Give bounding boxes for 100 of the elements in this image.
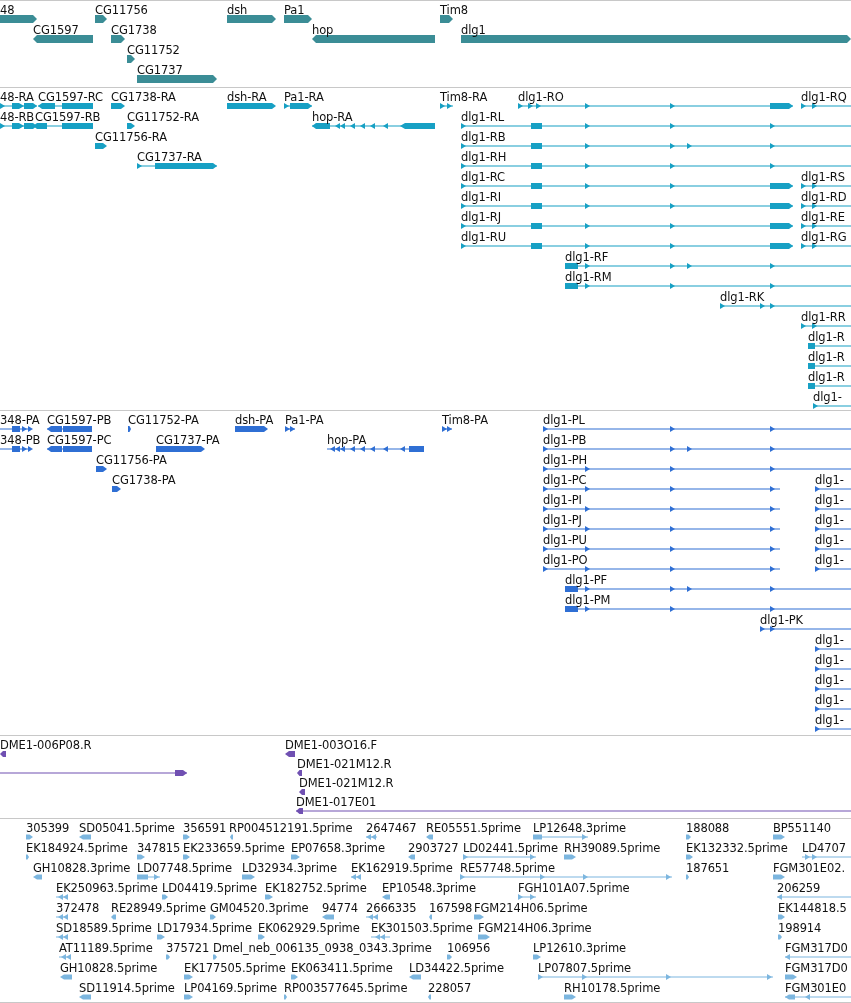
est-glyph[interactable] xyxy=(463,854,536,860)
est-glyph[interactable] xyxy=(137,854,145,860)
est-glyph[interactable] xyxy=(777,894,851,900)
protein-glyph[interactable] xyxy=(815,666,851,672)
est-glyph[interactable] xyxy=(111,914,116,920)
est-glyph[interactable] xyxy=(291,974,298,980)
transcript-glyph[interactable] xyxy=(227,103,276,109)
transcript-glyph[interactable] xyxy=(461,223,793,229)
est-glyph[interactable] xyxy=(478,934,490,940)
protein-glyph[interactable] xyxy=(156,446,205,452)
gene-glyph[interactable] xyxy=(33,35,93,43)
est-glyph[interactable] xyxy=(291,854,300,860)
est-glyph[interactable] xyxy=(183,834,190,840)
transcript-glyph[interactable] xyxy=(813,403,851,409)
est-glyph[interactable] xyxy=(447,954,452,960)
protein-glyph[interactable] xyxy=(47,446,92,452)
transcript-glyph[interactable] xyxy=(801,223,851,229)
protein-glyph[interactable] xyxy=(543,486,780,492)
est-glyph[interactable] xyxy=(213,954,217,960)
protein-glyph[interactable] xyxy=(0,426,33,432)
protein-glyph[interactable] xyxy=(0,446,33,452)
transcript-glyph[interactable] xyxy=(565,263,851,269)
est-glyph[interactable] xyxy=(778,914,785,920)
protein-glyph[interactable] xyxy=(815,726,851,732)
protein-glyph[interactable] xyxy=(47,426,92,432)
est-glyph[interactable] xyxy=(426,834,433,840)
protein-glyph[interactable] xyxy=(543,546,780,552)
est-glyph[interactable] xyxy=(184,974,193,980)
protein-glyph[interactable] xyxy=(543,446,851,452)
protein-glyph[interactable] xyxy=(760,626,851,632)
est-glyph[interactable] xyxy=(26,834,33,840)
est-glyph[interactable] xyxy=(409,974,421,980)
est-glyph[interactable] xyxy=(802,854,851,860)
gene-glyph[interactable] xyxy=(284,15,312,23)
transcript-glyph[interactable] xyxy=(111,103,125,109)
protein-glyph[interactable] xyxy=(235,426,268,432)
est-glyph[interactable] xyxy=(56,894,68,900)
est-glyph[interactable] xyxy=(686,834,691,840)
est-glyph[interactable] xyxy=(778,934,782,940)
est-glyph[interactable] xyxy=(258,934,265,940)
est-glyph[interactable] xyxy=(382,894,390,900)
est-glyph[interactable] xyxy=(366,834,377,840)
protein-glyph[interactable] xyxy=(327,446,424,452)
transcript-glyph[interactable] xyxy=(440,103,453,109)
est-glyph[interactable] xyxy=(157,934,165,940)
est-glyph[interactable] xyxy=(564,994,576,1000)
est-glyph[interactable] xyxy=(56,914,68,920)
est-glyph[interactable] xyxy=(686,874,689,880)
est-glyph[interactable] xyxy=(166,954,170,960)
protein-glyph[interactable] xyxy=(96,466,107,472)
gene-glyph[interactable] xyxy=(127,55,135,63)
est-glyph[interactable] xyxy=(230,834,233,840)
transcript-glyph[interactable] xyxy=(808,363,851,369)
est-glyph[interactable] xyxy=(184,994,193,1000)
gene-glyph[interactable] xyxy=(440,15,453,23)
transcript-glyph[interactable] xyxy=(312,123,435,129)
transcript-glyph[interactable] xyxy=(565,283,851,289)
est-glyph[interactable] xyxy=(59,954,71,960)
transcript-glyph[interactable] xyxy=(461,243,793,249)
est-glyph[interactable] xyxy=(366,914,378,920)
est-glyph[interactable] xyxy=(210,914,216,920)
protein-glyph[interactable] xyxy=(565,586,851,592)
gene-glyph[interactable] xyxy=(227,15,276,23)
protein-glyph[interactable] xyxy=(112,486,121,492)
est-glyph[interactable] xyxy=(33,874,42,880)
transcript-glyph[interactable] xyxy=(720,303,851,309)
est-glyph[interactable] xyxy=(137,874,160,880)
protein-glyph[interactable] xyxy=(543,466,851,472)
protein-glyph[interactable] xyxy=(815,706,851,712)
transcript-glyph[interactable] xyxy=(801,323,851,329)
transcript-glyph[interactable] xyxy=(801,103,851,109)
est-glyph[interactable] xyxy=(429,914,432,920)
transcript-glyph[interactable] xyxy=(801,243,851,249)
transcript-glyph[interactable] xyxy=(284,103,312,109)
est-glyph[interactable] xyxy=(785,954,851,960)
est-glyph[interactable] xyxy=(518,894,536,900)
transcript-glyph[interactable] xyxy=(808,343,851,349)
protein-glyph[interactable] xyxy=(128,426,131,432)
est-glyph[interactable] xyxy=(284,994,287,1000)
transcript-glyph[interactable] xyxy=(461,143,851,149)
est-glyph[interactable] xyxy=(56,934,68,940)
gene-glyph[interactable] xyxy=(137,75,217,83)
est-glyph[interactable] xyxy=(408,854,415,860)
alignment-glyph[interactable] xyxy=(285,751,295,757)
protein-glyph[interactable] xyxy=(543,566,780,572)
gene-glyph[interactable] xyxy=(95,15,107,23)
transcript-glyph[interactable] xyxy=(95,143,107,149)
protein-glyph[interactable] xyxy=(815,526,851,532)
protein-glyph[interactable] xyxy=(543,526,780,532)
alignment-glyph[interactable] xyxy=(0,751,6,757)
transcript-glyph[interactable] xyxy=(461,123,851,129)
transcript-glyph[interactable] xyxy=(801,183,851,189)
protein-glyph[interactable] xyxy=(815,686,851,692)
est-glyph[interactable] xyxy=(533,834,588,840)
est-glyph[interactable] xyxy=(533,954,541,960)
est-glyph[interactable] xyxy=(183,854,190,860)
est-glyph[interactable] xyxy=(162,894,168,900)
protein-glyph[interactable] xyxy=(815,486,851,492)
protein-glyph[interactable] xyxy=(565,606,851,612)
protein-glyph[interactable] xyxy=(543,506,780,512)
